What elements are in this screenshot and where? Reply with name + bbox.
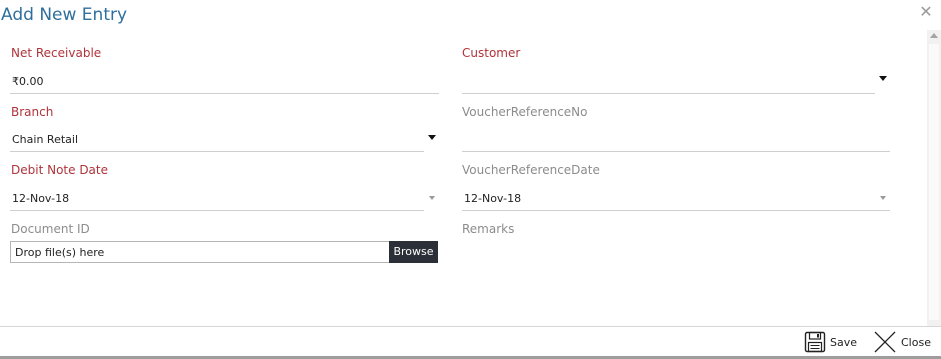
- branch-label: Branch: [11, 105, 54, 119]
- branch-select[interactable]: Chain Retail: [10, 129, 436, 152]
- debit-note-date-field[interactable]: 12-Nov-18: [10, 188, 435, 211]
- document-id-label: Document ID: [11, 222, 90, 236]
- net-receivable-value: ₹0.00: [12, 75, 44, 88]
- floppy-disk-icon: [804, 331, 826, 353]
- close-label: Close: [901, 335, 931, 349]
- scroll-up-arrow-icon[interactable]: [930, 33, 938, 38]
- voucher-reference-no-field[interactable]: [462, 129, 890, 152]
- close-icon[interactable]: ✕: [918, 4, 934, 20]
- debit-note-date-label: Debit Note Date: [11, 163, 108, 177]
- footer-divider: [0, 326, 941, 327]
- scrollbar-thumb[interactable]: [929, 44, 939, 320]
- caret-down-icon[interactable]: [879, 76, 887, 81]
- debit-note-date-value: 12-Nov-18: [12, 192, 70, 205]
- save-label: Save: [830, 335, 858, 349]
- dialog-title: Add New Entry: [1, 5, 128, 25]
- voucher-reference-date-value: 12-Nov-18: [464, 192, 522, 205]
- close-button[interactable]: Close: [873, 330, 931, 354]
- remarks-label: Remarks: [462, 222, 515, 236]
- customer-label: Customer: [462, 46, 521, 60]
- net-receivable-label: Net Receivable: [11, 46, 102, 60]
- voucher-reference-date-label: VoucherReferenceDate: [462, 163, 600, 177]
- voucher-reference-no-label: VoucherReferenceNo: [462, 105, 588, 119]
- branch-value: Chain Retail: [12, 133, 78, 146]
- file-drop-placeholder: Drop file(s) here: [15, 246, 105, 259]
- x-icon: [873, 330, 897, 354]
- browse-button[interactable]: Browse: [389, 241, 438, 263]
- vertical-scrollbar[interactable]: [927, 30, 941, 326]
- customer-select[interactable]: [462, 71, 887, 94]
- caret-down-icon[interactable]: [429, 196, 435, 200]
- file-drop-zone[interactable]: Drop file(s) here: [10, 241, 390, 263]
- caret-down-icon[interactable]: [880, 196, 886, 200]
- save-button[interactable]: Save: [804, 330, 857, 354]
- net-receivable-field[interactable]: ₹0.00: [10, 71, 439, 94]
- caret-down-icon[interactable]: [428, 135, 436, 140]
- voucher-reference-date-field[interactable]: 12-Nov-18: [462, 188, 890, 211]
